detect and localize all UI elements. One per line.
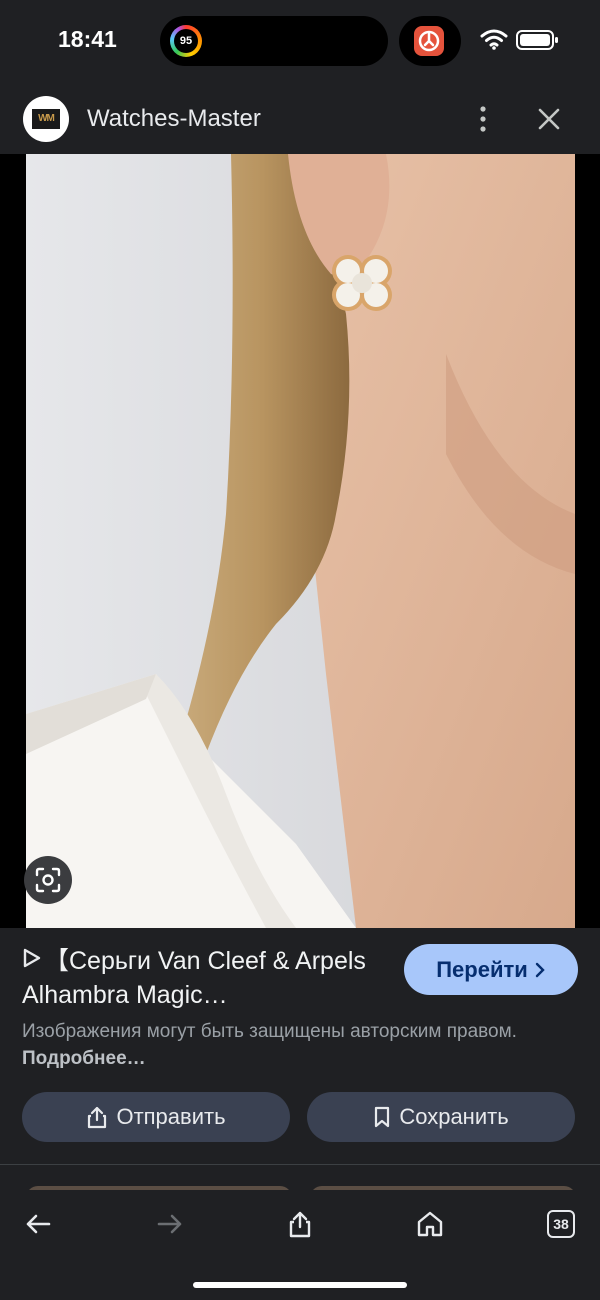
- app-activity-icon: [414, 26, 444, 56]
- site-logo[interactable]: WM: [23, 96, 69, 142]
- close-button[interactable]: [534, 104, 564, 134]
- viewer-header: WM Watches-Master: [0, 84, 600, 154]
- live-activity-pill[interactable]: [399, 16, 461, 66]
- save-button-label: Сохранить: [399, 1104, 509, 1129]
- video-source-icon: [22, 944, 44, 978]
- activity-ring-icon: 95: [170, 25, 202, 57]
- home-button[interactable]: [410, 1204, 450, 1244]
- product-photo[interactable]: [26, 154, 575, 928]
- share-page-button[interactable]: [280, 1204, 320, 1244]
- share-icon: [289, 1211, 311, 1238]
- battery-icon: [516, 30, 558, 50]
- earring: [332, 255, 392, 311]
- home-indicator[interactable]: [193, 1282, 407, 1288]
- activity-ring-value: 95: [174, 29, 198, 53]
- chevron-right-icon: [535, 962, 545, 977]
- bookmark-icon: [375, 1106, 390, 1128]
- close-icon: [538, 108, 560, 130]
- tabs-button[interactable]: 38: [541, 1204, 581, 1244]
- share-button-label: Отправить: [116, 1104, 226, 1129]
- lens-search-button[interactable]: [24, 856, 72, 904]
- site-logo-text: WM: [32, 109, 60, 129]
- dynamic-island: 95: [160, 16, 388, 66]
- wifi-icon: [480, 29, 508, 50]
- arrow-right-icon: [157, 1214, 182, 1234]
- share-icon: [88, 1106, 107, 1129]
- more-options-button[interactable]: [470, 104, 496, 134]
- earring-model-image: [26, 154, 575, 928]
- tabs-count: 38: [547, 1210, 575, 1238]
- divider: [0, 1164, 600, 1165]
- more-vert-icon: [480, 106, 486, 132]
- status-bar: 18:41 95: [0, 0, 600, 84]
- lens-icon: [35, 867, 61, 893]
- learn-more-link[interactable]: Подробнее…: [22, 1048, 146, 1069]
- copyright-text: Изображения могут быть защищены авторски…: [22, 1021, 517, 1042]
- result-title-text: 【Серьги Van Cleef & Arpels Alhambra Magi…: [22, 947, 366, 1009]
- visit-button-label: Перейти: [436, 956, 528, 982]
- result-title[interactable]: 【Серьги Van Cleef & Arpels Alhambra Magi…: [22, 944, 382, 1012]
- share-button[interactable]: Отправить: [22, 1092, 290, 1142]
- arrow-left-icon: [26, 1214, 51, 1234]
- back-button[interactable]: [18, 1204, 58, 1244]
- home-icon: [417, 1211, 443, 1237]
- forward-button[interactable]: [150, 1204, 190, 1244]
- image-viewer: [0, 154, 600, 928]
- status-time: 18:41: [58, 26, 117, 52]
- site-name[interactable]: Watches-Master: [87, 105, 261, 133]
- save-button[interactable]: Сохранить: [307, 1092, 575, 1142]
- copyright-notice: Изображения могут быть защищены авторски…: [22, 1018, 542, 1072]
- browser-toolbar: 38: [0, 1190, 600, 1300]
- visit-button[interactable]: Перейти: [404, 944, 578, 995]
